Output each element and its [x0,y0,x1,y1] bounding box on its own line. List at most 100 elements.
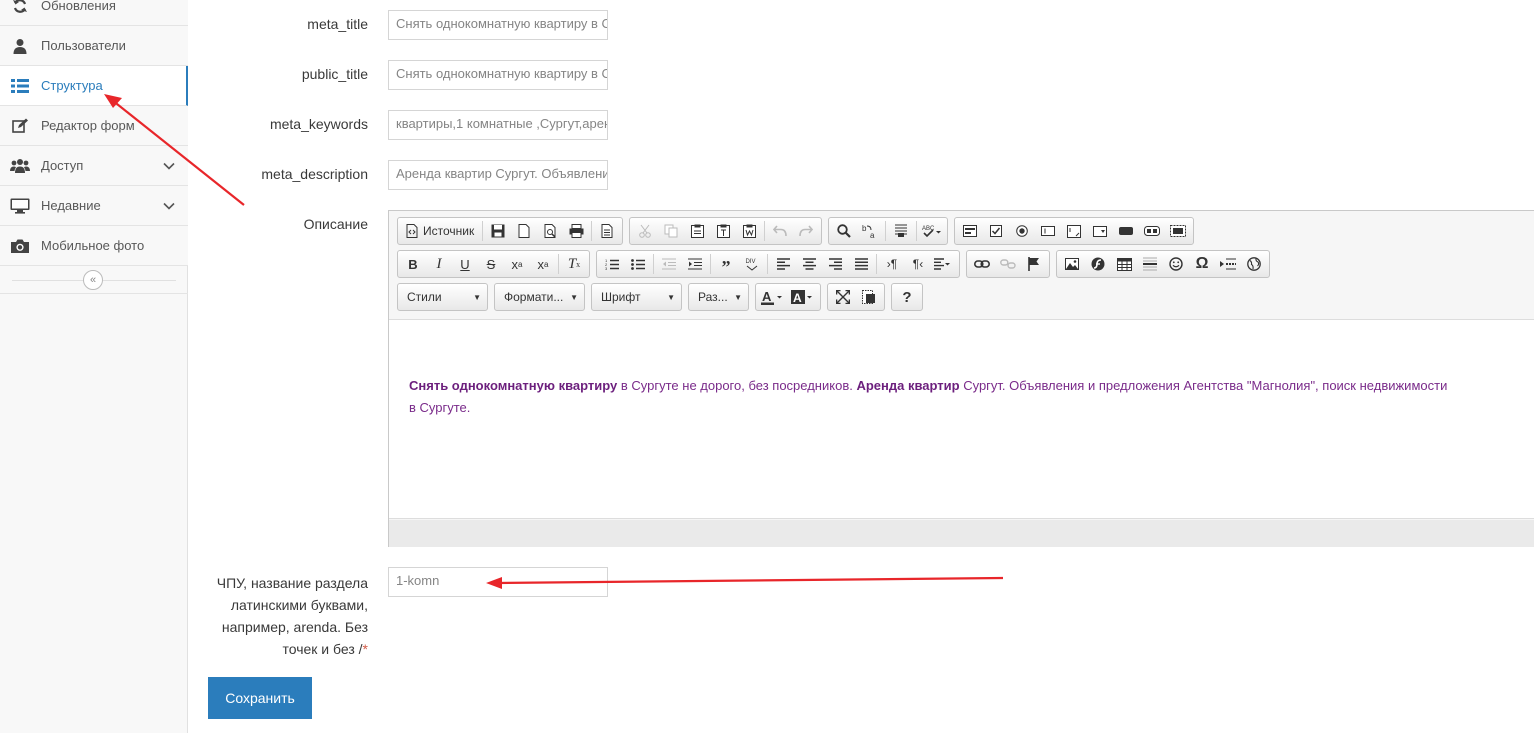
radio-button[interactable] [1009,220,1035,242]
meta-keywords-input[interactable]: квартиры,1 комнатные ,Сургут,аренда [388,110,608,140]
superscript-button[interactable]: xa [530,253,556,275]
sidebar-item-recent[interactable]: Недавние [0,186,188,226]
spellcheck-button[interactable]: ABC [919,220,945,242]
redo-button[interactable] [793,220,819,242]
sidebar-item-users[interactable]: Пользователи [0,26,188,66]
text-direction-rtl-button[interactable]: ¶‹ [905,253,931,275]
underline-button[interactable]: U [452,253,478,275]
source-button[interactable]: Источник [400,220,480,242]
toolbar-group-paragraph: 123 ” DIV ›¶ ¶‹ [596,250,960,278]
select-all-button[interactable] [888,220,914,242]
new-page-button[interactable] [511,220,537,242]
sidebar-item-label: Мобильное фото [41,238,145,253]
numbered-list-button[interactable]: 123 [599,253,625,275]
form-button[interactable] [957,220,983,242]
strike-button[interactable]: S [478,253,504,275]
globe-icon [1247,257,1261,271]
sidebar-item-label: Пользователи [41,38,126,53]
numbered-list-icon: 123 [605,258,619,270]
svg-text:A: A [793,291,802,305]
justify-button[interactable] [848,253,874,275]
save-button[interactable]: Сохранить [208,677,312,719]
maximize-button[interactable] [830,286,856,308]
meta-description-input[interactable]: Аренда квартир Сургут. Объявления [388,160,608,190]
outdent-button[interactable] [656,253,682,275]
image-button-insert[interactable] [1139,220,1165,242]
print-button[interactable] [563,220,589,242]
textarea-button[interactable] [1061,220,1087,242]
sidebar-item-form-editor[interactable]: Редактор форм [0,106,188,146]
textfield-button[interactable] [1035,220,1061,242]
image-button-icon [1144,226,1161,236]
editor-content[interactable]: Снять однокомнатную квартиру в Сургуте н… [389,319,1534,519]
new-page-icon [518,224,530,238]
sidebar-item-structure[interactable]: Структура [0,66,188,106]
cut-button[interactable] [632,220,658,242]
font-select[interactable]: Шрифт ▼ [591,283,682,311]
paste-word-button[interactable] [736,220,762,242]
page-break-button[interactable] [1215,253,1241,275]
public-title-input[interactable]: Снять однокомнатную квартиру в Сургуте [388,60,608,90]
about-button[interactable]: ? [894,286,920,308]
align-center-button[interactable] [796,253,822,275]
collapse-sidebar-button[interactable]: « [83,270,103,290]
find-button[interactable] [831,220,857,242]
meta-title-input[interactable]: Снять однокомнатную квартиру в Сургуте [388,10,608,40]
size-select[interactable]: Раз... ▼ [688,283,749,311]
sidebar-item-mobile-photo[interactable]: Мобильное фото [0,226,188,266]
sidebar-item-updates[interactable]: Обновления [0,0,188,26]
preview-button[interactable] [537,220,563,242]
image-button[interactable] [1059,253,1085,275]
meta-title-label: meta_title [307,16,368,32]
templates-button[interactable] [594,220,620,242]
clipboard-text-icon [716,224,730,238]
checkbox-button[interactable] [983,220,1009,242]
hidden-field-icon [1170,225,1187,237]
svg-text:b: b [862,224,867,233]
paste-text-button[interactable] [710,220,736,242]
text-color-button[interactable]: A [758,286,788,308]
slug-input[interactable]: 1-komn [388,567,608,597]
save-doc-button[interactable] [485,220,511,242]
horizontal-rule-button[interactable] [1137,253,1163,275]
copy-button[interactable] [658,220,684,242]
text-direction-ltr-button[interactable]: ›¶ [879,253,905,275]
unlink-button[interactable] [995,253,1021,275]
indent-button[interactable] [682,253,708,275]
replace-button[interactable]: ba [857,220,883,242]
bullet-list-button[interactable] [625,253,651,275]
table-icon [1116,257,1132,271]
iframe-button[interactable] [1241,253,1267,275]
table-button[interactable] [1111,253,1137,275]
subscript-button[interactable]: xa [504,253,530,275]
align-right-button[interactable] [822,253,848,275]
sidebar-item-label: Обновления [41,0,116,13]
flash-button[interactable] [1085,253,1111,275]
remove-format-button[interactable]: Tx [561,253,587,275]
undo-button[interactable] [767,220,793,242]
blockquote-button[interactable]: ” [713,253,739,277]
show-blocks-button[interactable] [856,286,882,308]
language-button[interactable] [931,253,957,275]
select-field-button[interactable] [1087,220,1113,242]
bold-button[interactable]: B [400,253,426,275]
special-char-button[interactable]: Ω [1189,253,1215,275]
anchor-button[interactable] [1021,253,1047,275]
paste-button[interactable] [684,220,710,242]
toolbar-group-document: Источник [397,217,624,245]
format-select[interactable]: Формати... ▼ [494,283,585,311]
italic-button[interactable]: I [426,253,452,275]
sidebar-item-access[interactable]: Доступ [0,146,188,186]
hidden-field-button[interactable] [1165,220,1191,242]
styles-select[interactable]: Стили ▼ [397,283,488,311]
creatediv-button[interactable]: DIV [739,253,765,275]
button-insert-button[interactable] [1113,220,1139,242]
background-color-button[interactable]: A [788,286,818,308]
editor-text: в Сургуте не дорого, без посредников. [617,378,857,393]
align-left-button[interactable] [770,253,796,275]
edit-icon [10,116,30,136]
indent-icon [688,258,702,270]
toolbar-group-forms [954,217,1195,245]
link-button[interactable] [969,253,995,275]
smiley-button[interactable] [1163,253,1189,275]
